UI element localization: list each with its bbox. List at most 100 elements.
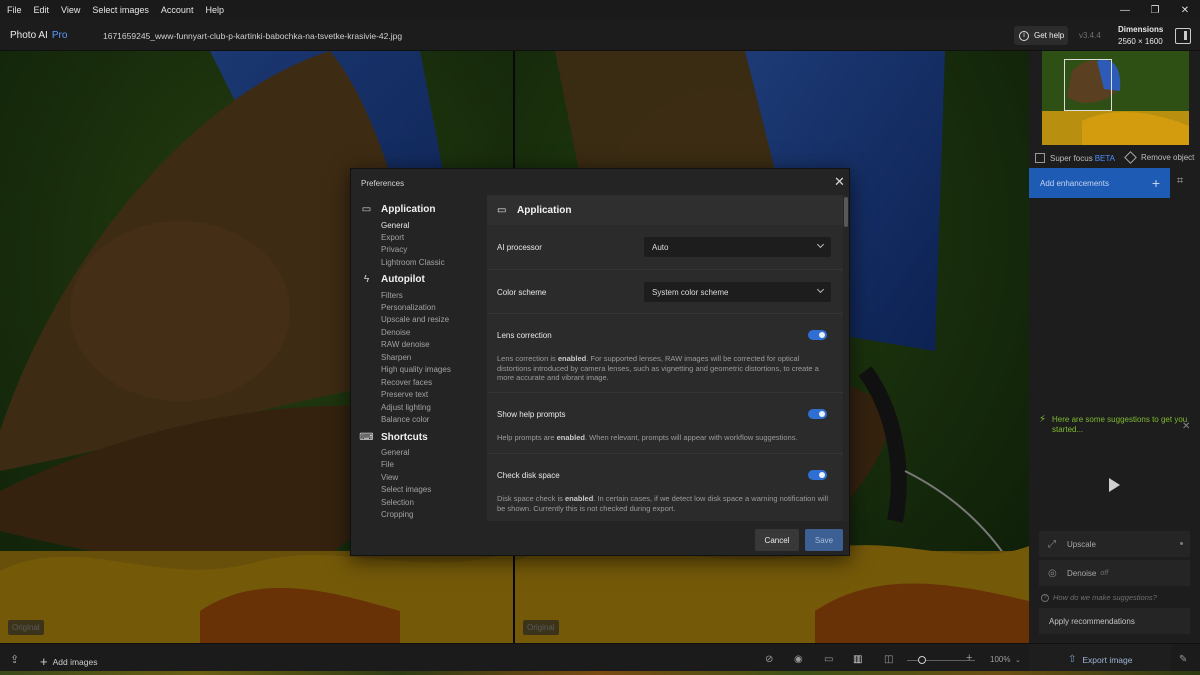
add-icon: + (40, 654, 48, 669)
nav-section-shortcuts[interactable]: ⌨ Shortcuts (359, 432, 427, 443)
nav-item-shortcuts-cropping[interactable]: Cropping (381, 510, 413, 519)
nav-item-adjust-lighting[interactable]: Adjust lighting (381, 403, 431, 412)
navigator-thumbnail[interactable] (1042, 51, 1189, 145)
menu-help[interactable]: Help (199, 5, 230, 15)
help-prompts-toggle[interactable] (808, 409, 827, 419)
nav-item-shortcuts-file[interactable]: File (381, 460, 394, 469)
menu-edit[interactable]: Edit (28, 5, 56, 15)
close-window-icon[interactable]: ✕ (1170, 0, 1200, 20)
dimensions-value: 2560 × 1600 (1118, 37, 1163, 46)
content-scrollbar[interactable] (843, 195, 849, 521)
zoom-slider[interactable] (907, 656, 975, 664)
recommendation-upscale[interactable]: ⤢ Upscale (1039, 531, 1190, 557)
disk-desc-prefix: Disk space check is (497, 494, 565, 503)
dialog-title: Preferences (361, 179, 405, 188)
nav-item-sharpen[interactable]: Sharpen (381, 353, 411, 362)
remove-object-label: Remove object (1141, 153, 1195, 162)
content-heading-label: Application (517, 204, 572, 216)
split-view-icon[interactable]: ◫ (884, 654, 893, 665)
zoom-in-icon[interactable]: + (966, 652, 972, 664)
filmstrip[interactable] (0, 671, 1200, 675)
add-images-button[interactable]: + Add images (40, 654, 97, 669)
nav-section-autopilot[interactable]: ϟ Autopilot (361, 274, 425, 285)
nav-section-autopilot-label: Autopilot (381, 274, 425, 285)
disk-space-description: Disk space check is enabled. In certain … (497, 494, 833, 513)
lens-correction-toggle[interactable] (808, 330, 827, 340)
zoom-level[interactable]: 100% (990, 655, 1010, 664)
nav-item-personalization[interactable]: Personalization (381, 303, 436, 312)
denoise-icon: ◎ (1048, 567, 1057, 579)
play-icon[interactable] (1109, 478, 1120, 492)
nav-section-application[interactable]: ▭ Application (361, 204, 436, 215)
get-help-button[interactable]: i Get help (1014, 26, 1068, 45)
export-image-button[interactable]: ⇧ Export image (1068, 654, 1132, 665)
nav-item-shortcuts-selection[interactable]: Selection (381, 498, 414, 507)
close-dialog-icon[interactable]: ✕ (834, 175, 845, 188)
nav-item-shortcuts-general[interactable]: General (381, 448, 409, 457)
close-suggestions-icon[interactable]: ✕ (1182, 421, 1190, 432)
help-desc-state: enabled (556, 433, 585, 442)
lens-correction-label: Lens correction (497, 331, 552, 340)
nav-item-denoise[interactable]: Denoise (381, 328, 410, 337)
nav-item-recover-faces[interactable]: Recover faces (381, 378, 432, 387)
minimize-icon[interactable]: — (1110, 0, 1140, 20)
nav-item-raw-denoise[interactable]: RAW denoise (381, 340, 430, 349)
how-suggestions-link[interactable]: ? How do we make suggestions? (1041, 593, 1157, 602)
nav-item-privacy[interactable]: Privacy (381, 245, 407, 254)
crop-icon[interactable]: ⌗ (1177, 175, 1191, 189)
menu-select-images[interactable]: Select images (86, 5, 155, 15)
nav-item-shortcuts-select-images[interactable]: Select images (381, 485, 431, 494)
super-focus-tool[interactable]: Super focus BETA (1035, 153, 1115, 163)
color-scheme-select[interactable]: System color scheme (644, 282, 831, 302)
menu-account[interactable]: Account (155, 5, 200, 15)
nav-item-shortcuts-view[interactable]: View (381, 473, 398, 482)
zoom-chevron-icon[interactable]: ⌄ (1015, 656, 1021, 664)
question-icon: ? (1041, 593, 1049, 602)
nav-item-balance-color[interactable]: Balance color (381, 415, 429, 424)
ai-processor-label: AI processor (497, 243, 542, 252)
nav-item-export[interactable]: Export (381, 233, 404, 242)
chevron-down-icon (816, 285, 825, 294)
settings-edit-icon[interactable]: ✎ (1179, 654, 1187, 665)
menu-view[interactable]: View (55, 5, 86, 15)
restore-icon[interactable]: ❐ (1140, 0, 1170, 20)
eye-icon[interactable]: ◉ (794, 654, 803, 665)
nav-item-filters[interactable]: Filters (381, 291, 403, 300)
cancel-button[interactable]: Cancel (755, 529, 799, 551)
apply-recommendations-button[interactable]: Apply recommendations (1039, 608, 1190, 634)
recommendation-denoise[interactable]: ◎ Denoise off (1039, 560, 1190, 586)
get-help-label: Get help (1034, 31, 1065, 40)
eraser-icon (1124, 151, 1137, 164)
info-icon: i (1019, 30, 1029, 41)
nav-item-lightroom-classic[interactable]: Lightroom Classic (381, 258, 445, 267)
nav-item-preserve-text[interactable]: Preserve text (381, 390, 428, 399)
upload-icon[interactable]: ⇪ (10, 653, 19, 666)
menu-file[interactable]: File (0, 5, 28, 15)
compare-off-icon[interactable]: ⊘ (765, 654, 773, 665)
ai-processor-row: AI processor Auto (487, 225, 843, 269)
disk-space-toggle[interactable] (808, 470, 827, 480)
remove-object-tool[interactable]: Remove object (1124, 151, 1195, 164)
lens-correction-row: Lens correction Lens correction is enabl… (487, 313, 843, 392)
suggestions-text: Here are some suggestions to get you sta… (1052, 415, 1188, 434)
dialog-footer: Cancel Save (351, 521, 849, 555)
scrollbar-thumb[interactable] (844, 197, 848, 227)
tool-row: Super focus BETA Remove object (1029, 149, 1200, 167)
lens-desc-prefix: Lens correction is (497, 354, 558, 363)
single-view-icon[interactable]: ▭ (824, 654, 833, 665)
ai-processor-select[interactable]: Auto (644, 237, 831, 257)
side-by-side-icon[interactable]: ▥ (853, 654, 862, 665)
app-tier: Pro (51, 30, 68, 41)
viewport-selection-box[interactable] (1064, 59, 1112, 111)
nav-item-general[interactable]: General (381, 221, 409, 230)
nav-item-high-quality-images[interactable]: High quality images (381, 365, 451, 374)
toggle-knob (819, 411, 825, 417)
help-prompts-description: Help prompts are enabled. When relevant,… (497, 433, 833, 443)
nav-item-upscale-and-resize[interactable]: Upscale and resize (381, 315, 449, 324)
zoom-slider-knob[interactable] (918, 656, 926, 664)
save-button[interactable]: Save (805, 529, 843, 551)
add-enhancements-button[interactable]: Add enhancements + (1029, 168, 1170, 198)
toggle-knob (819, 472, 825, 478)
toggle-panel-icon[interactable] (1175, 28, 1191, 44)
lens-correction-description: Lens correction is enabled. For supporte… (497, 354, 833, 383)
